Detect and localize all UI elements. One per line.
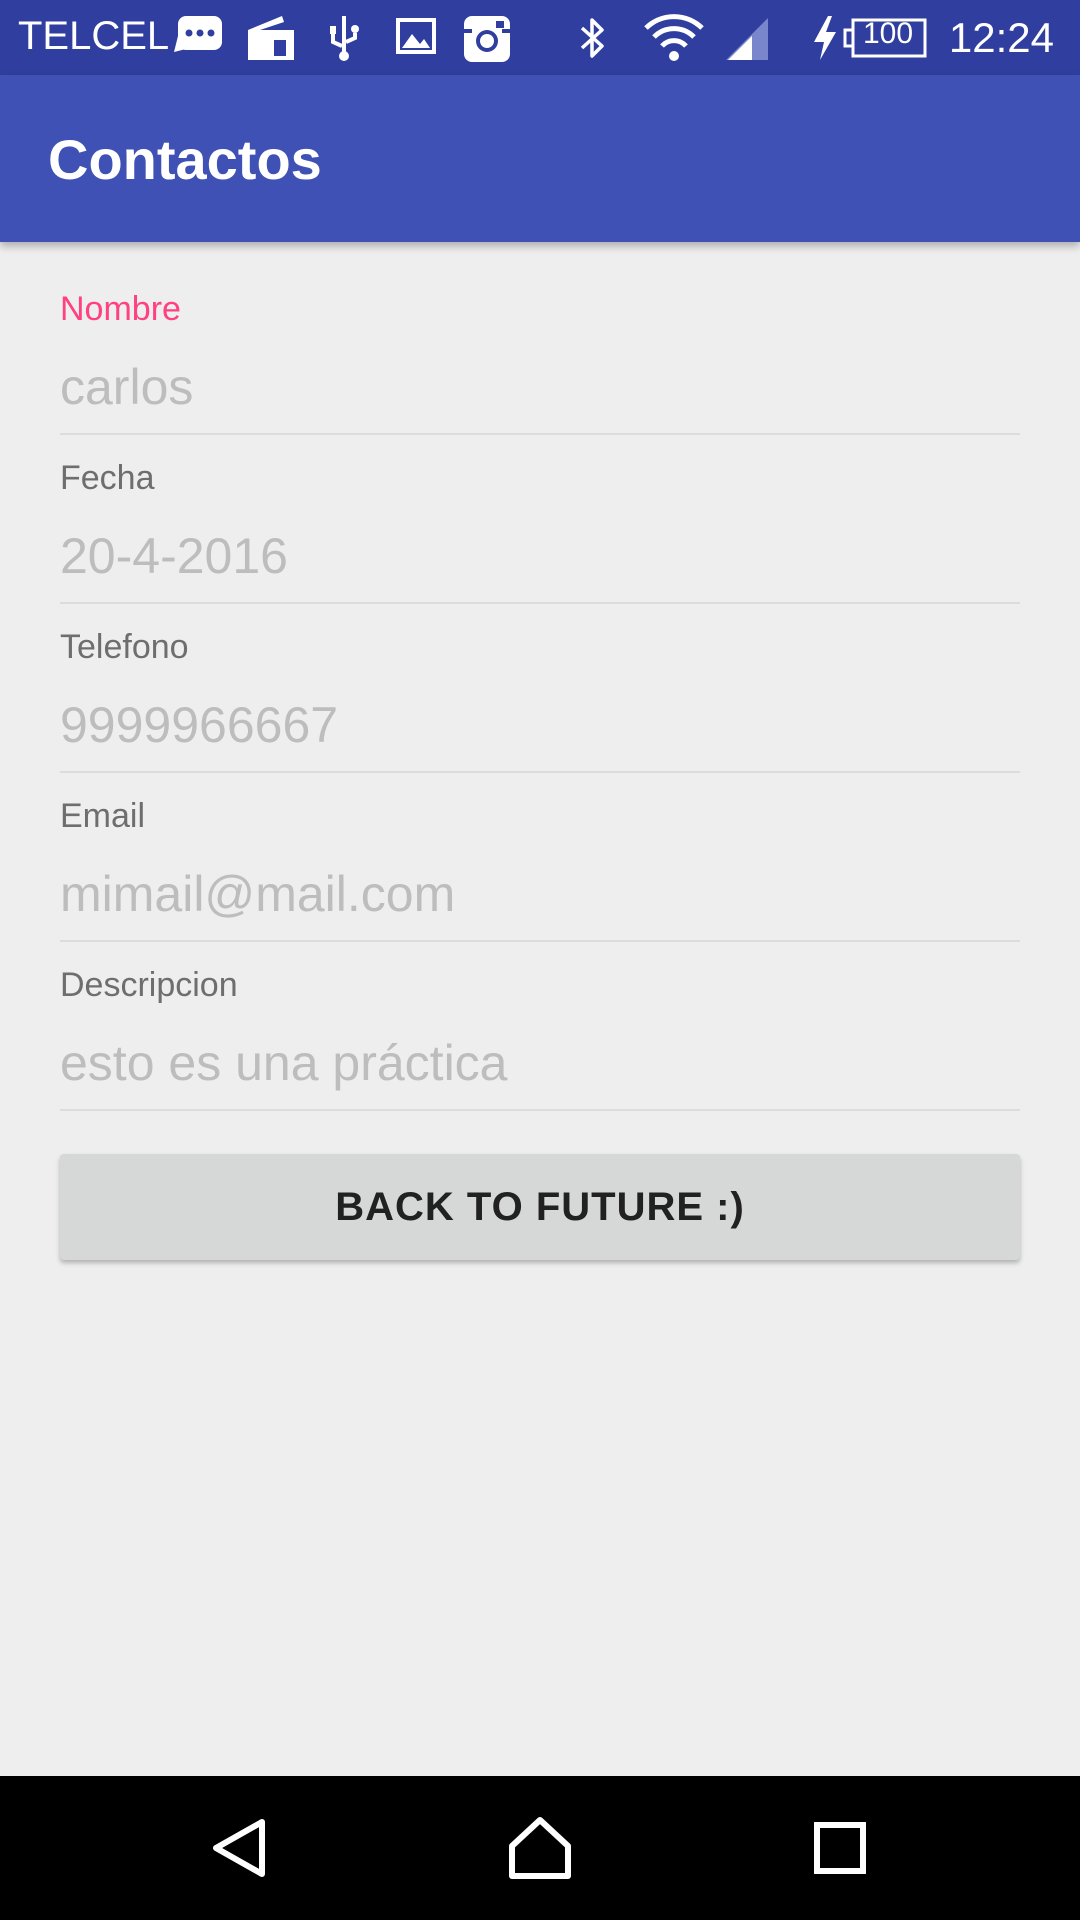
description-label: Descripcion	[60, 966, 238, 1004]
image-icon	[396, 14, 436, 58]
bluetooth-icon	[578, 14, 608, 62]
name-input[interactable]: carlos	[60, 358, 193, 416]
phone-field[interactable]: Telefono 9999966667	[60, 580, 1020, 773]
name-field[interactable]: Nombre carlos	[60, 242, 1020, 435]
clock: 12:24	[948, 14, 1054, 61]
signal-icon	[722, 14, 770, 62]
sim-icon	[246, 14, 296, 62]
app-bar: Contactos	[0, 75, 1080, 242]
usb-icon	[326, 14, 362, 62]
back-icon[interactable]	[210, 1816, 270, 1880]
battery-level: 100	[862, 17, 914, 50]
email-field[interactable]: Email mimail@mail.com	[60, 749, 1020, 942]
navigation-bar	[0, 1776, 1080, 1920]
description-field[interactable]: Descripcion esto es una práctica	[60, 918, 1020, 1111]
date-field[interactable]: Fecha 20-4-2016	[60, 411, 1020, 604]
instagram-icon	[462, 14, 512, 64]
carrier-name: TELCEL	[18, 14, 170, 58]
wifi-icon	[644, 14, 704, 62]
contact-form: Nombre carlos Fecha 20-4-2016 Telefono 9…	[60, 242, 1020, 1111]
message-icon	[174, 14, 224, 58]
recents-icon[interactable]	[812, 1820, 868, 1876]
charging-icon	[812, 14, 838, 62]
page-title: Contactos	[48, 128, 322, 191]
back-to-future-button[interactable]: BACK TO FUTURE :)	[60, 1154, 1020, 1260]
name-label: Nombre	[60, 290, 181, 328]
screen: TELCEL 100 12:24 Contactos Nombre carlos…	[0, 0, 1080, 1920]
phone-label: Telefono	[60, 628, 189, 666]
description-underline	[60, 1109, 1020, 1111]
description-input[interactable]: esto es una práctica	[60, 1034, 508, 1092]
email-input[interactable]: mimail@mail.com	[60, 865, 455, 923]
email-label: Email	[60, 797, 146, 835]
phone-input[interactable]: 9999966667	[60, 696, 338, 754]
home-icon[interactable]	[508, 1816, 572, 1880]
date-label: Fecha	[60, 459, 155, 497]
date-input[interactable]: 20-4-2016	[60, 527, 288, 585]
status-bar: TELCEL 100 12:24	[0, 0, 1080, 75]
